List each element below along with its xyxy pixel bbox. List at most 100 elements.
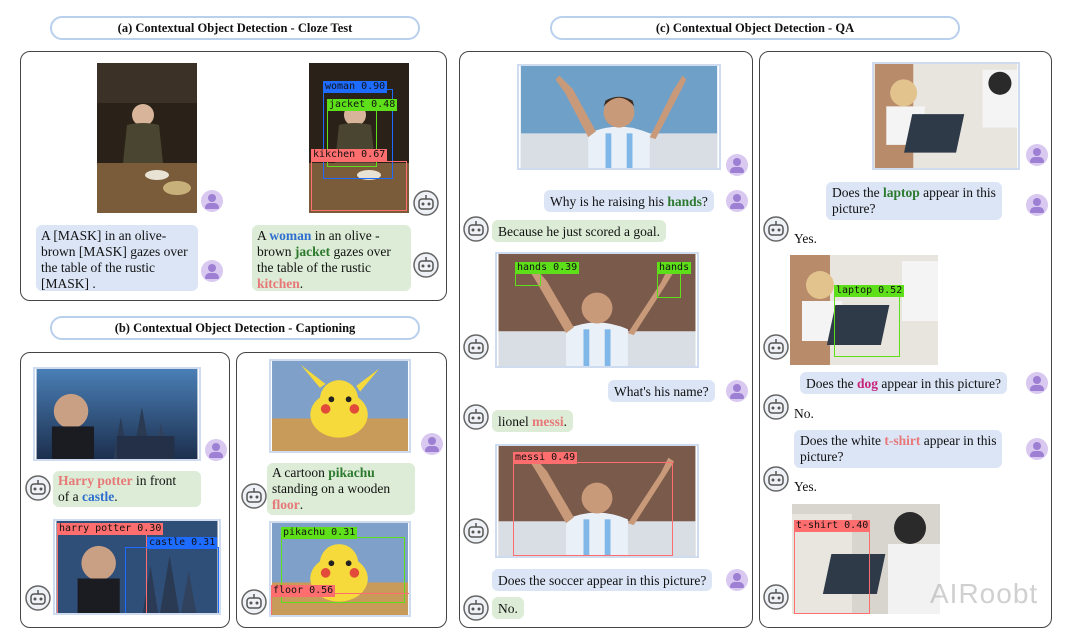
user-avatar [421,433,443,455]
user-avatar [201,190,223,212]
woman-photo [97,63,197,213]
qa-laptop-q1-line2: picture? [832,201,876,216]
bot-avatar [25,475,51,501]
det-label-hands-left: hands 0.39 [515,262,580,274]
user-avatar [726,154,748,176]
laptop-detected-photo: laptop 0.52 [790,255,938,365]
messi-hands-photo: hands 0.39 hands [495,252,699,368]
title-qa: (c) Contextual Object Detection - QA [550,16,960,40]
bot-avatar [413,190,439,216]
user-avatar [1026,372,1048,394]
det-label-harry: harry potter 0.30 [57,523,164,535]
qa-panel-laptop: Does the laptop appear in this picture? … [759,51,1052,628]
cloze-q-line: the table of the rustic [41,260,155,275]
pikachu-detected-photo: pikachu 0.31 floor 0.56 [269,521,411,617]
det-label-hands-right: hands [657,262,692,274]
cloze-q-line: A [MASK] in an olive- [41,228,167,243]
det-box-laptop [834,295,900,357]
cloze-a-line3: the table of the rustic [257,260,371,275]
det-label-messi: messi 0.49 [513,452,578,464]
qa-messi-question-2: What's his name? [608,380,715,402]
bot-avatar [463,216,489,242]
harry-cap-line2: of a castle. [58,489,118,504]
bot-avatar [763,334,789,360]
qa-panel-messi: Why is he raising his hands? Because he … [459,51,753,628]
qa-laptop-question-3: Does the white t-shirt appear in this pi… [794,430,1003,468]
woman-photo-art [97,63,197,213]
title-captioning: (b) Contextual Object Detection - Captio… [50,316,420,340]
qa-messi-question-3: Does the soccer appear in this picture? [492,569,713,591]
qa-laptop-answer-2: No. [794,406,814,421]
qa-laptop-answer-1: Yes. [794,231,818,246]
caption-panel-pikachu: A cartoon pikachu standing on a wooden f… [236,352,447,628]
det-box-tshirt [794,530,870,614]
user-avatar [726,380,748,402]
user-avatar [1026,194,1048,216]
cloze-panel: woman 0.90 jacket 0.48 kikchen 0.67 A [M… [20,51,447,301]
cloze-q-line: [MASK] . [41,276,96,291]
pikachu-photo [269,359,411,453]
laptop-photo [872,62,1020,170]
cloze-answer: A woman in an olive - brown jacket gazes… [252,225,411,291]
harry-caption: Harry potter in front of a castle. [53,471,201,507]
det-box-castle [125,547,219,613]
det-box-messi [513,462,673,556]
qa-laptop-q1-line1: Does the laptop appear in this [832,185,996,200]
det-label-woman: woman 0.90 [323,81,388,93]
tshirt-detected-photo: t-shirt 0.40 [792,504,940,614]
det-box-kitchen [311,161,407,211]
cloze-q-line: brown [MASK] gazes over [41,244,188,259]
pikachu-caption: A cartoon pikachu standing on a wooden f… [267,463,415,515]
qa-laptop-question-2: Does the dog appear in this picture? [800,372,1007,394]
bot-avatar [463,518,489,544]
bot-avatar [463,595,489,621]
user-avatar [1026,144,1048,166]
bot-avatar [241,589,267,615]
qa-messi-answer-1: Because he just scored a goal. [492,220,666,242]
cloze-question: A [MASK] in an olive- brown [MASK] gazes… [36,225,198,291]
qa-laptop-answer-3: Yes. [794,479,818,494]
bot-avatar [241,483,267,509]
watermark: AIRoobt [930,578,1039,609]
pikachu-cap-line2: standing on a wooden [272,481,391,496]
caption-panel-harry: Harry potter in front of a castle. harry… [20,352,230,628]
cloze-a-line4: kitchen. [257,276,304,291]
cloze-a-line1: A woman in an olive - [257,228,380,243]
user-avatar [205,439,227,461]
qa-messi-answer-3: No. [492,597,524,619]
qa-laptop-q3-line1: Does the white t-shirt appear in this [800,433,997,448]
user-avatar [201,260,223,282]
harry-detected-photo: harry potter 0.30 castle 0.31 [53,519,221,615]
bot-avatar [463,404,489,430]
title-cloze: (a) Contextual Object Detection - Cloze … [50,16,420,40]
bot-avatar [413,252,439,278]
messi-photo [517,64,721,170]
det-label-floor: floor 0.56 [271,585,336,597]
det-label-tshirt: t-shirt 0.40 [794,520,871,532]
user-avatar [1026,438,1048,460]
harry-cap-line1: Harry potter in front [58,473,177,488]
qa-laptop-q3-line2: picture? [800,449,844,464]
qa-messi-answer-2: lionel messi. [492,410,573,432]
bot-avatar [763,466,789,492]
det-label-kitchen: kikchen 0.67 [311,149,388,161]
pikachu-cap-line1: A cartoon pikachu [272,465,375,480]
qa-laptop-question-1: Does the laptop appear in this picture? [826,182,1002,220]
user-avatar [726,569,748,591]
det-label-pikachu: pikachu 0.31 [281,527,358,539]
det-label-jacket: jacket 0.48 [327,99,398,111]
bot-avatar [25,585,51,611]
det-label-castle: castle 0.31 [147,537,218,549]
messi-detected-photo: messi 0.49 [495,444,699,558]
cloze-a-line2: brown jacket gazes over [257,244,391,259]
qa-messi-question-1: Why is he raising his hands? [544,190,714,212]
det-box-hands-right [657,270,681,298]
bot-avatar [763,394,789,420]
bot-avatar [763,216,789,242]
bot-avatar [463,334,489,360]
det-label-laptop: laptop 0.52 [834,285,905,297]
pikachu-cap-line3: floor. [272,497,304,512]
user-avatar [726,190,748,212]
harry-photo [33,367,201,461]
woman-detected-photo: woman 0.90 jacket 0.48 kikchen 0.67 [309,63,409,213]
